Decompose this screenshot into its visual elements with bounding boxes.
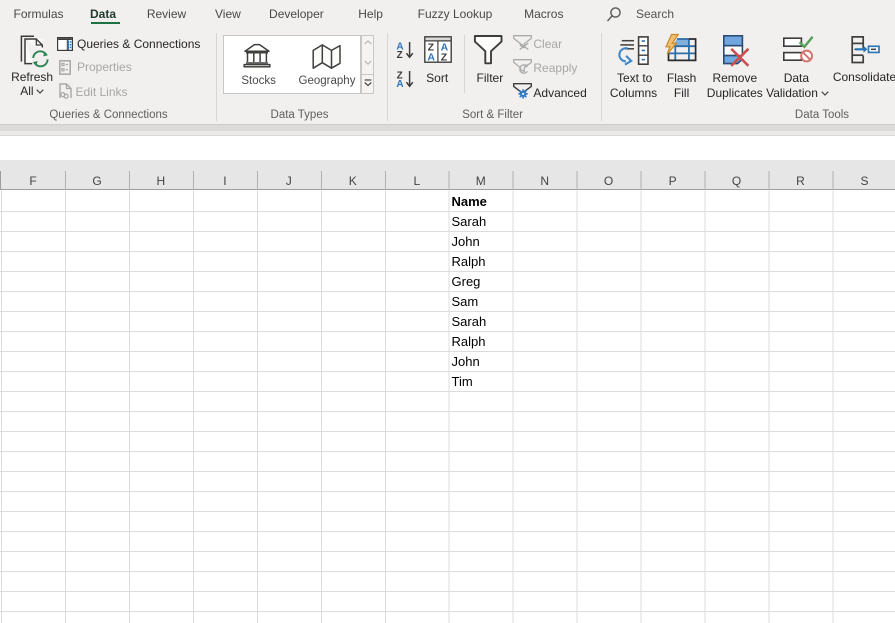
svg-text:Z: Z <box>441 52 448 64</box>
svg-text:Z: Z <box>397 50 403 61</box>
svg-text:A: A <box>396 79 403 90</box>
svg-text:A: A <box>427 52 435 64</box>
